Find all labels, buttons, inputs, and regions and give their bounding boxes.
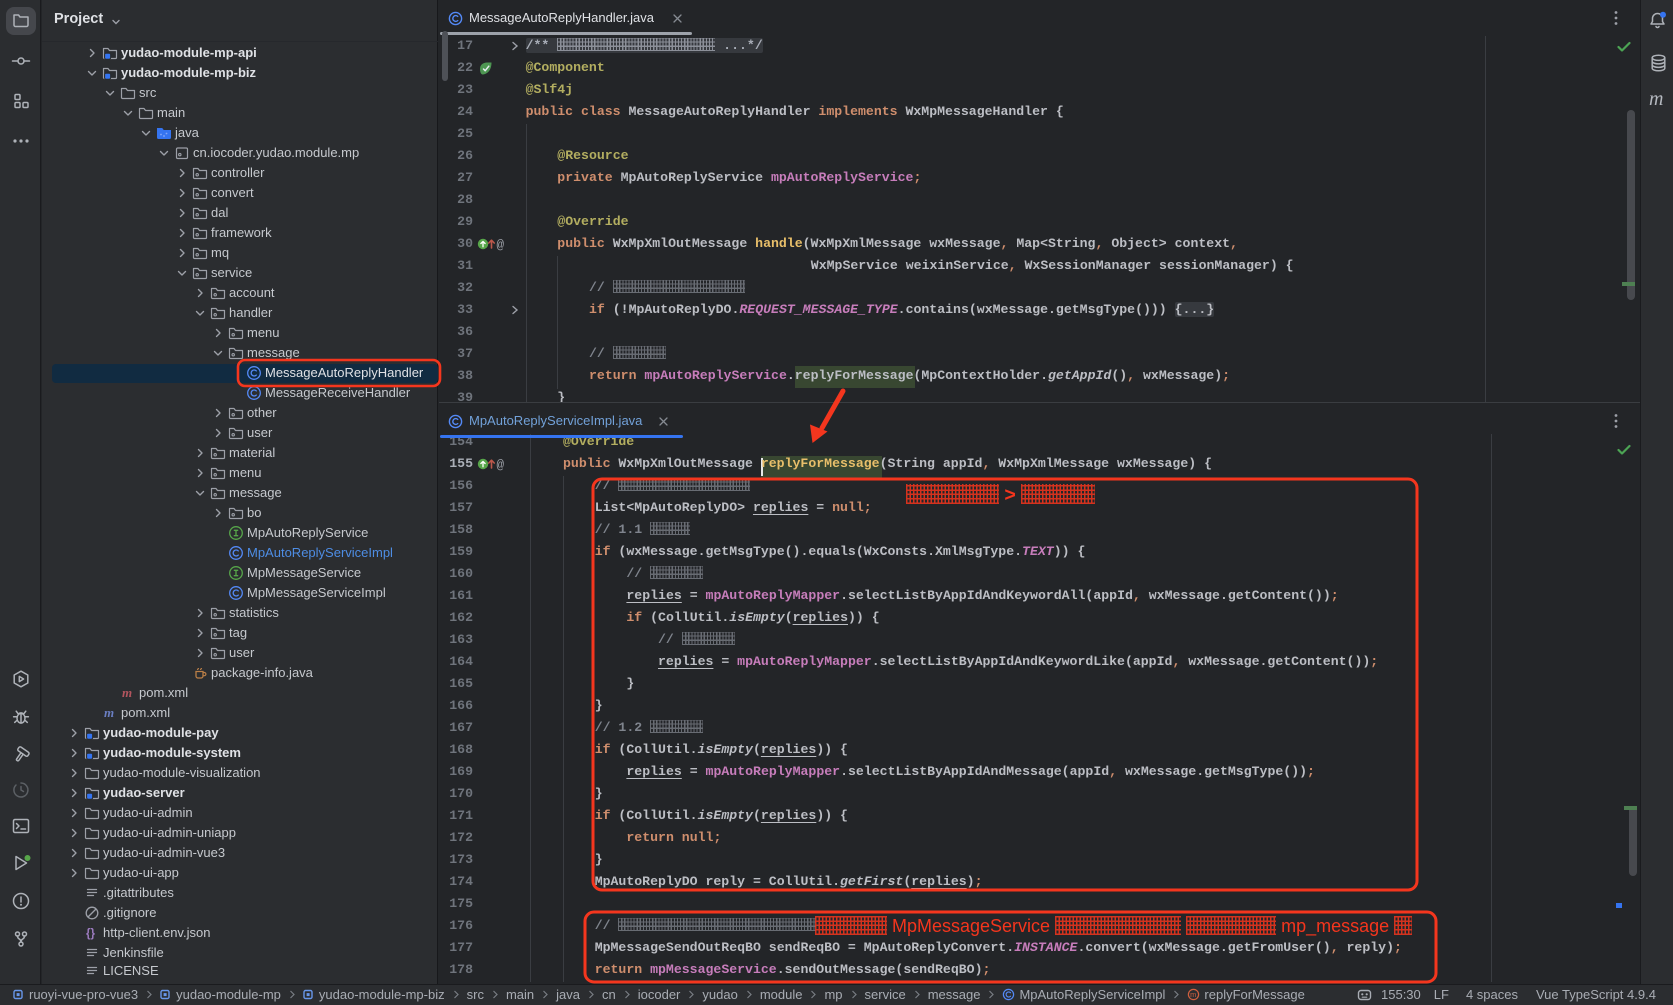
svg-text:{}: {} — [86, 928, 95, 940]
svg-text:@: @ — [497, 239, 505, 252]
svg-text:m: m — [104, 705, 114, 720]
svg-text:m: m — [122, 685, 132, 700]
svg-text:@: @ — [497, 459, 505, 472]
svg-text:m: m — [1190, 990, 1196, 999]
